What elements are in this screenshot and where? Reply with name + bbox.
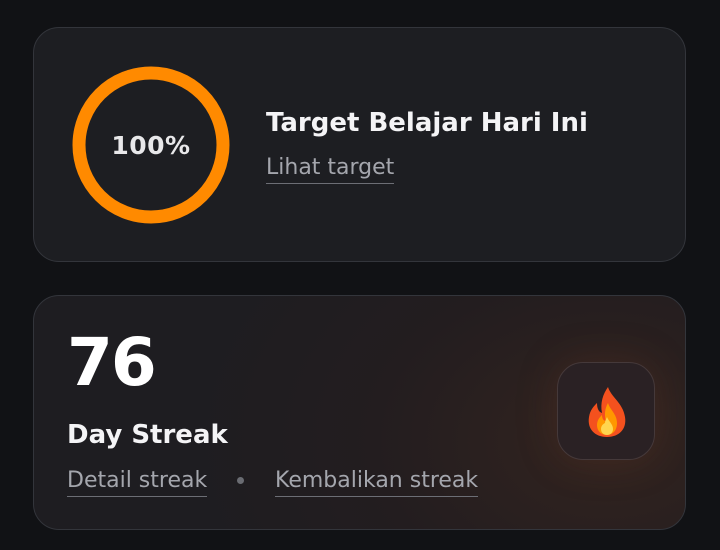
separator-dot [237,477,244,484]
target-progress-ring: 100% [70,64,232,226]
fire-icon [588,387,626,437]
streak-label: Day Streak [67,420,228,450]
progress-percent-label: 100% [111,130,191,160]
restore-streak-link[interactable]: Kembalikan streak [275,468,479,497]
streak-count: 76 [67,324,157,401]
target-title: Target Belajar Hari Ini [266,108,588,138]
streak-detail-link[interactable]: Detail streak [67,468,208,497]
view-target-link[interactable]: Lihat target [266,155,395,184]
streak-fire-badge [557,362,655,460]
streak-card: 76 Day Streak Detail streak Kembalikan s… [33,295,686,530]
daily-target-card: 100% Target Belajar Hari Ini Lihat targe… [33,27,686,262]
